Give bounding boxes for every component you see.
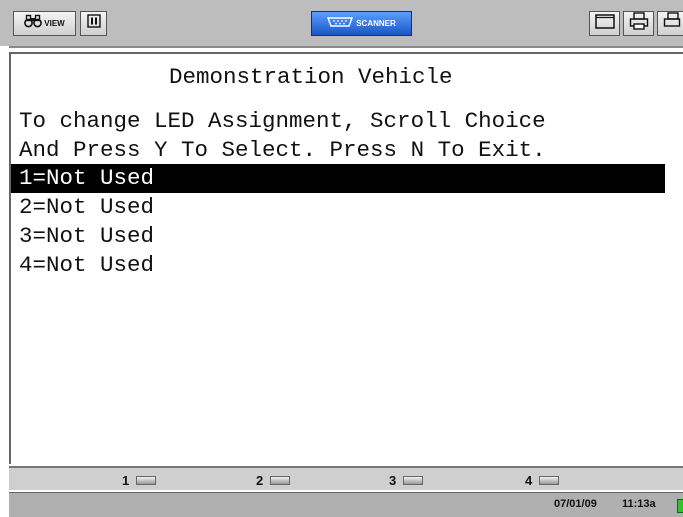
print-icon [629,12,649,35]
view-label: VIEW [44,19,65,28]
led-3: 3 [389,471,424,489]
led-3-indicator [403,475,424,485]
status-bar: 07/01/09 11:13a [9,492,683,517]
led-2-indicator [270,475,291,485]
view-button[interactable]: VIEW [13,11,76,36]
instruction-line-2: And Press Y To Select. Press N To Exit. [19,137,546,163]
status-indicator [677,499,683,513]
left-frame [0,46,9,517]
list-item-3[interactable]: 3=Not Used [11,222,665,251]
led-4-indicator [539,475,560,485]
led-1-indicator [136,475,157,485]
led-2: 2 [256,471,291,489]
led-4-label: 4 [525,472,533,488]
pause-button[interactable] [80,11,107,36]
window-icon [594,13,615,34]
page-title: Demonstration Vehicle [169,64,453,90]
print-button[interactable] [623,11,654,36]
status-time: 11:13a [622,498,656,510]
scanner-label: SCANNER [356,19,396,28]
list-item-1[interactable]: 1=Not Used [11,164,665,193]
status-date: 07/01/09 [554,498,597,510]
scanner-screen: Demonstration Vehicle To change LED Assi… [9,52,683,464]
scanner-button[interactable]: SCANNER [311,11,412,36]
more-button[interactable] [657,11,683,36]
window-button[interactable] [589,11,620,36]
led-4: 4 [525,471,560,489]
more-icon [663,12,681,35]
top-toolbar: VIEW SCANNER [0,0,683,48]
connector-icon [327,15,354,33]
instruction-line-1: To change LED Assignment, Scroll Choice [19,108,546,134]
pause-icon [86,14,101,33]
led-3-label: 3 [389,472,397,488]
led-1: 1 [122,471,157,489]
led-1-label: 1 [122,472,130,488]
list-item-4[interactable]: 4=Not Used [11,251,665,280]
led-2-label: 2 [256,472,264,488]
list-item-2[interactable]: 2=Not Used [11,193,665,222]
binoculars-icon [24,14,43,33]
led-bar: 1 2 3 4 [9,466,683,490]
